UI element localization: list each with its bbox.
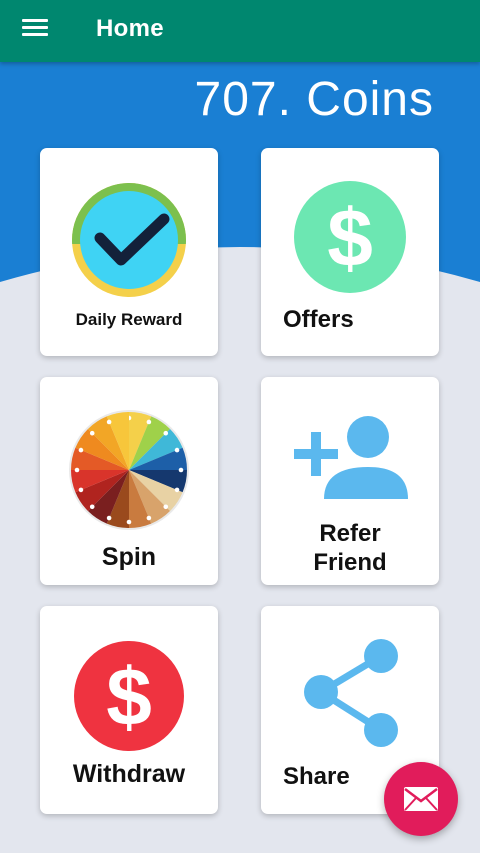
- spin-wheel-icon: [40, 409, 218, 531]
- spin-label: Spin: [101, 543, 157, 571]
- dollar-circle-icon: $: [261, 180, 439, 294]
- withdraw-card[interactable]: $ Withdraw: [40, 606, 218, 814]
- mail-icon: [404, 787, 438, 811]
- hamburger-menu-icon[interactable]: [22, 16, 52, 46]
- daily-reward-label: Daily Reward: [75, 310, 183, 329]
- daily-reward-card[interactable]: Daily Reward: [40, 148, 218, 356]
- offers-card[interactable]: $ Offers: [261, 148, 439, 356]
- coin-balance: 707. Coins: [194, 73, 434, 126]
- app-bar: Home: [0, 0, 480, 62]
- page-title: Home: [96, 15, 164, 42]
- svg-text:$: $: [106, 652, 152, 743]
- dollar-circle-red-icon: $: [40, 640, 218, 752]
- svg-text:$: $: [327, 193, 373, 284]
- withdraw-label: Withdraw: [72, 760, 186, 788]
- checkmark-clock-icon: [40, 182, 218, 298]
- mail-fab-button[interactable]: [384, 762, 458, 836]
- spin-card[interactable]: Spin: [40, 377, 218, 585]
- refer-friend-label: Refer Friend: [313, 520, 387, 576]
- add-user-icon: [261, 415, 439, 499]
- refer-friend-card[interactable]: Refer Friend: [261, 377, 439, 585]
- offers-label: Offers: [283, 306, 354, 333]
- share-icon: [261, 636, 439, 750]
